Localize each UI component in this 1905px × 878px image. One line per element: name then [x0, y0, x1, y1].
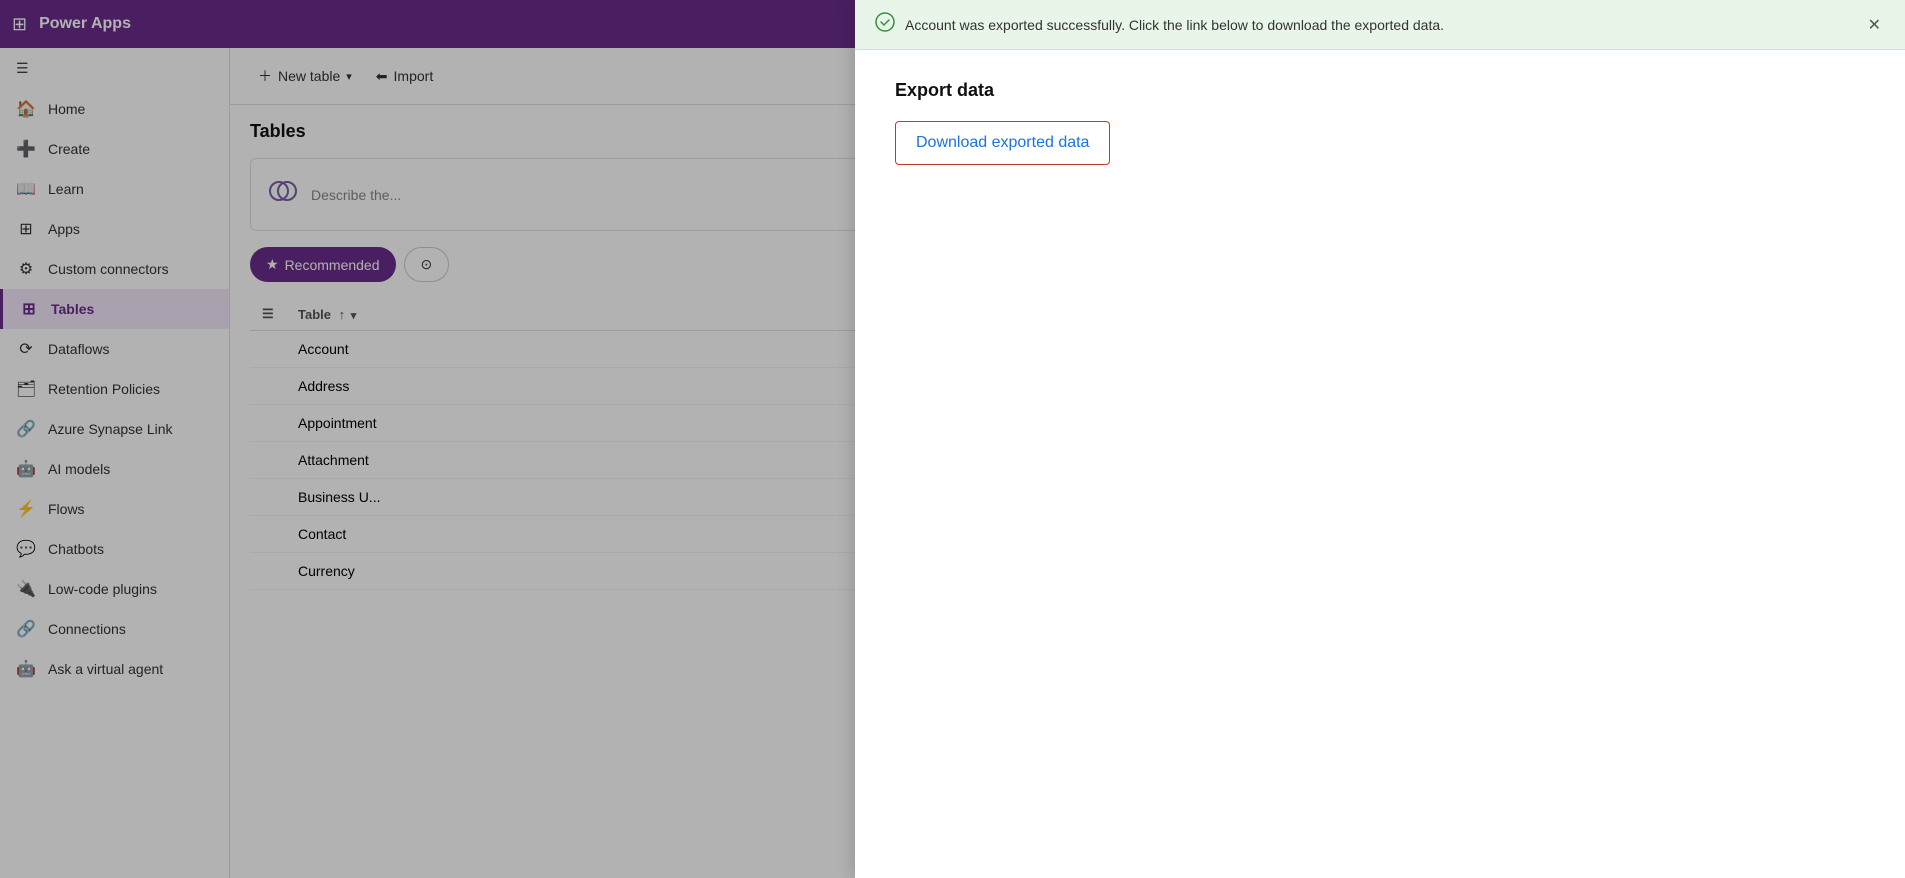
download-link-box[interactable]: Download exported data	[895, 121, 1110, 165]
success-message: Account was exported successfully. Click…	[905, 17, 1854, 33]
export-title: Export data	[895, 80, 1865, 101]
export-modal: ✕ Account was exported successfully. Cli…	[855, 0, 1905, 878]
success-check-icon	[875, 12, 895, 37]
success-banner: Account was exported successfully. Click…	[855, 0, 1905, 50]
download-exported-data-button[interactable]: Download exported data	[916, 134, 1089, 152]
banner-close-button[interactable]: ✕	[1864, 15, 1885, 35]
export-section: Export data Download exported data	[855, 50, 1905, 195]
